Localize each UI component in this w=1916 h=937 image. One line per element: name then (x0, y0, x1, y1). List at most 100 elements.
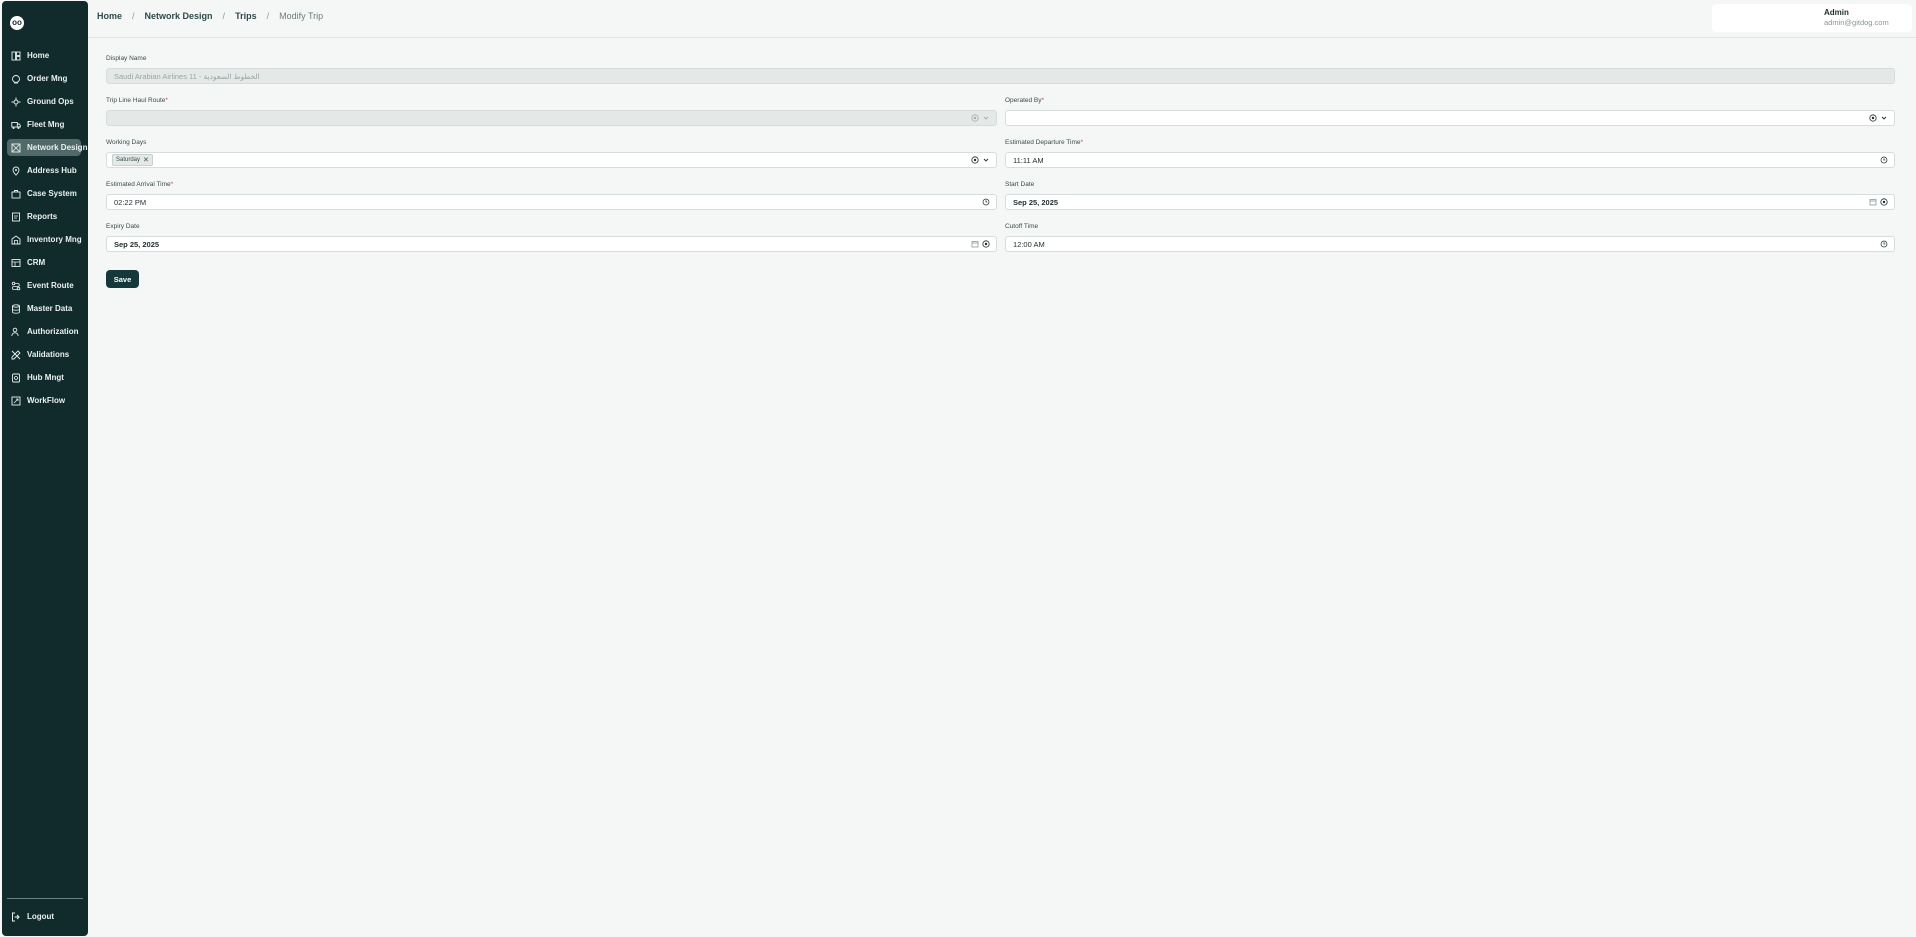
sidebar-item-label: Order Mng (27, 74, 68, 83)
dashboard-icon (11, 51, 21, 61)
display-name-value: Saudi Arabian Airlines 11 - الخطوط السعو… (114, 71, 260, 81)
inventory-icon (11, 234, 21, 245)
clock-icon[interactable] (1880, 156, 1888, 164)
order-icon (11, 74, 21, 84)
sidebar-item-label: CRM (27, 258, 46, 267)
display-name-label-text: Display Name (106, 55, 147, 62)
network-icon (11, 143, 21, 153)
users-icon (11, 327, 21, 337)
cutoff-time-input[interactable]: 12:00 AM (1005, 236, 1895, 252)
sidebar-item-reports[interactable]: Reports (7, 208, 81, 225)
sidebar-item-label: Inventory Mng (27, 235, 82, 244)
sidebar-item-label: Hub Mngt (27, 373, 64, 382)
hub-icon (11, 373, 21, 383)
sidebar-item-label: Master Data (27, 304, 73, 313)
sidebar-item-label: Authorization (27, 327, 79, 336)
start-date-label-text: Start Date (1005, 181, 1035, 188)
remove-chip-icon[interactable]: ✕ (143, 156, 149, 164)
expiry-date-label-text: Expiry Date (106, 223, 140, 230)
calendar-icon[interactable] (1869, 198, 1877, 206)
chevron-down-icon[interactable] (1880, 114, 1888, 122)
breadcrumb-separator: / (222, 11, 226, 21)
sidebar-item-master-data[interactable]: Master Data (7, 300, 81, 317)
sidebar-item-label: Event Route (27, 281, 74, 290)
expiry-date-value: Sep 25, 2025 (114, 239, 160, 249)
crm-icon (11, 258, 21, 268)
sidebar-item-workflow[interactable]: WorkFlow (7, 392, 81, 409)
sidebar-item-label: Home (27, 51, 50, 60)
estimated-arrival-time-input[interactable]: 02:22 PM (106, 194, 997, 210)
start-date-input[interactable]: Sep 25, 2025 (1005, 194, 1895, 210)
estimated-arrival-time-value: 02:22 PM (114, 197, 147, 207)
estimated-departure-time-input[interactable]: 11:11 AM (1005, 152, 1895, 168)
estimated-arrival-time-label: Estimated Arrival Time* (106, 181, 173, 188)
breadcrumb-trips[interactable]: Trips (235, 11, 257, 21)
cutoff-time-value: 12:00 AM (1013, 239, 1045, 249)
working-days-select[interactable]: Saturday ✕ (106, 152, 997, 168)
expiry-date-input[interactable]: Sep 25, 2025 (106, 236, 997, 252)
trip-line-haul-route-label: Trip Line Haul Route* (106, 97, 168, 104)
sidebar-item-label: WorkFlow (27, 396, 66, 405)
clock-icon[interactable] (1880, 240, 1888, 248)
case-icon (11, 189, 21, 199)
sidebar-item-crm[interactable]: CRM (7, 254, 81, 271)
breadcrumb-network-design[interactable]: Network Design (145, 11, 213, 21)
clear-icon[interactable] (1880, 198, 1888, 206)
trip-line-haul-route-select (106, 110, 997, 126)
truck-icon (11, 120, 21, 130)
user-email: admin@gitdog.com (1824, 18, 1889, 27)
sidebar-item-label: Network Design (27, 143, 88, 152)
sidebar-item-label: Validations (27, 350, 70, 359)
sidebar-item-label: Case System (27, 189, 77, 198)
calendar-icon[interactable] (971, 240, 979, 248)
map-pin-icon (11, 166, 21, 176)
clear-icon[interactable] (1869, 114, 1877, 122)
sidebar-item-label: Address Hub (27, 166, 77, 175)
breadcrumb-home[interactable]: Home (97, 11, 122, 21)
breadcrumb-current: Modify Trip (279, 11, 324, 21)
sidebar-item-address-hub[interactable]: Address Hub (7, 162, 81, 179)
sidebar-item-validations[interactable]: Validations (7, 346, 81, 363)
sidebar-item-case-system[interactable]: Case System (7, 185, 81, 202)
workflow-icon (11, 396, 21, 406)
route-icon (11, 281, 21, 291)
display-name-label: Display Name (106, 55, 146, 62)
app-logo[interactable]: oo (10, 16, 24, 30)
working-days-label-text: Working Days (106, 139, 147, 146)
start-date-label: Start Date (1005, 181, 1034, 188)
clear-icon[interactable] (971, 156, 979, 164)
sidebar-item-ground-ops[interactable]: Ground Ops (7, 93, 81, 110)
sidebar-item-order-mng[interactable]: Order Mng (7, 70, 81, 87)
chevron-down-icon[interactable] (982, 156, 990, 164)
user-menu[interactable]: Admin admin@gitdog.com (1712, 4, 1912, 32)
estimated-departure-time-value: 11:11 AM (1013, 155, 1044, 165)
working-day-chip: Saturday ✕ (112, 154, 153, 166)
expiry-date-label: Expiry Date (106, 223, 140, 230)
sidebar-divider (7, 898, 83, 899)
sidebar-item-authorization[interactable]: Authorization (7, 323, 81, 340)
cutoff-time-label: Cutoff Time (1005, 223, 1038, 230)
logout-icon (11, 912, 21, 922)
chevron-down-icon (982, 114, 990, 122)
save-button[interactable]: Save (106, 270, 139, 288)
display-name-field: Saudi Arabian Airlines 11 - الخطوط السعو… (106, 68, 1895, 84)
sidebar-item-network-design[interactable]: Network Design (7, 139, 87, 156)
working-day-chip-label: Saturday (116, 157, 141, 163)
sidebar-item-fleet-mng[interactable]: Fleet Mng (7, 116, 81, 133)
sidebar-item-event-route[interactable]: Event Route (7, 277, 81, 294)
cutoff-time-label-text: Cutoff Time (1005, 223, 1039, 230)
breadcrumb: Home / Network Design / Trips / Modify T… (97, 11, 323, 21)
operated-by-select[interactable] (1005, 110, 1895, 126)
sidebar-item-inventory-mng[interactable]: Inventory Mng (7, 231, 82, 248)
working-days-label: Working Days (106, 139, 146, 146)
logout-button[interactable]: Logout (7, 908, 81, 925)
report-icon (11, 212, 21, 222)
breadcrumb-separator: / (266, 11, 270, 21)
sidebar-item-label: Ground Ops (27, 97, 74, 106)
sidebar-item-hub-mngt[interactable]: Hub Mngt (7, 369, 81, 386)
trip-line-haul-route-label-text: Trip Line Haul Route (106, 97, 166, 104)
clear-icon[interactable] (982, 240, 990, 248)
clock-icon[interactable] (982, 198, 990, 206)
sidebar-item-home[interactable]: Home (7, 47, 81, 64)
required-mark: * (170, 181, 174, 188)
